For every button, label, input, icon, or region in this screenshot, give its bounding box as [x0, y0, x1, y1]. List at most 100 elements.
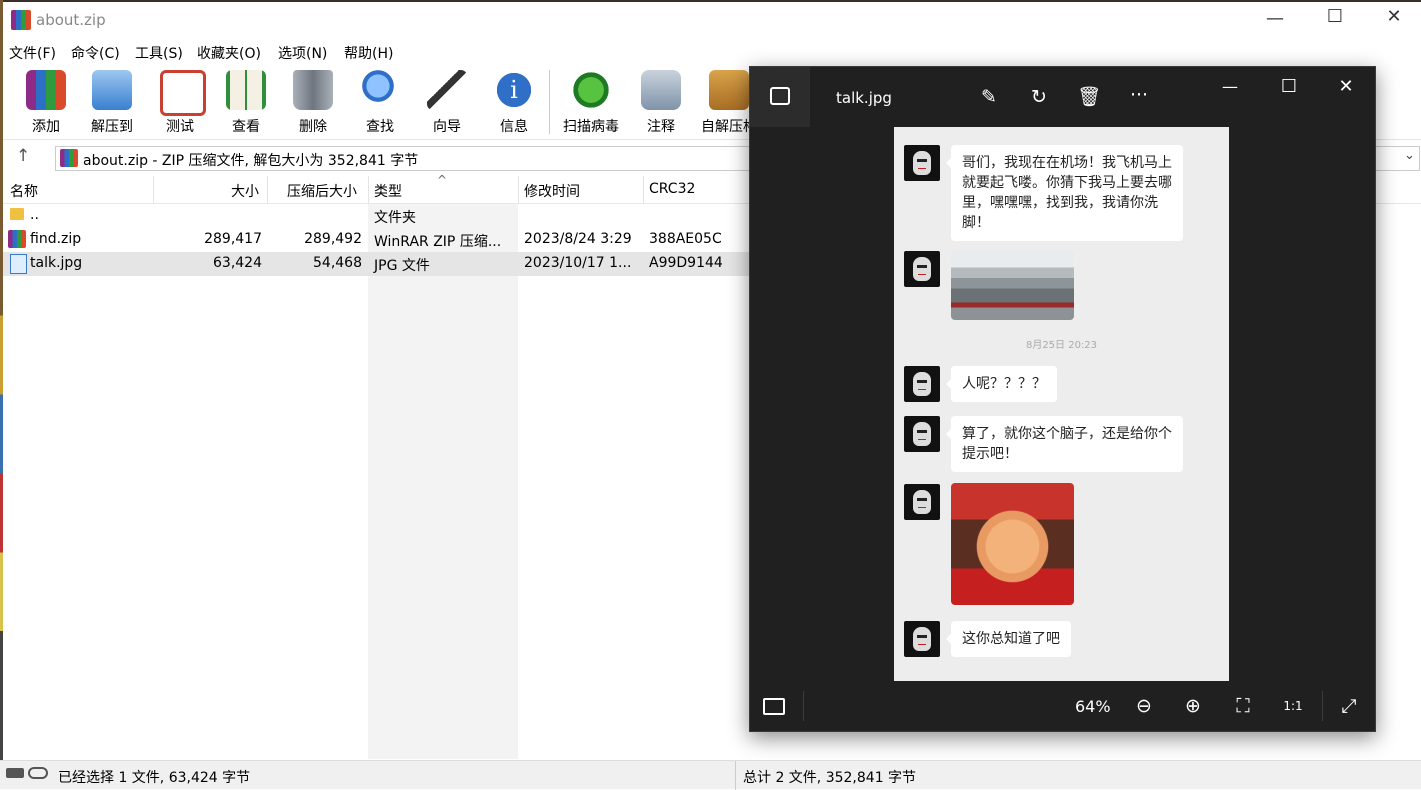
- file-modified: 2023/10/17 1...: [524, 255, 632, 271]
- file-size: 63,424: [213, 255, 262, 271]
- comment-icon: [641, 70, 681, 110]
- comment-button-label: 注释: [647, 119, 675, 135]
- wizard-button[interactable]: 向导: [416, 64, 478, 140]
- column-header-size[interactable]: 大小: [231, 181, 259, 201]
- viewer-title: talk.jpg: [836, 89, 892, 107]
- comment-button[interactable]: 注释: [630, 64, 692, 140]
- test-button[interactable]: 测试: [149, 64, 211, 140]
- avatar: [904, 366, 940, 402]
- extract-to-button-label: 解压到: [91, 119, 133, 135]
- avatar: [904, 484, 940, 520]
- chat-message: 哥们，我现在在机场！我飞机马上就要起飞喽。你猜下我马上要去哪里，嘿嘿嘿，找到我，…: [946, 145, 1183, 241]
- viewer-close-button[interactable]: ✕: [1332, 73, 1360, 101]
- column-divider[interactable]: [368, 176, 369, 204]
- filmstrip-icon[interactable]: [760, 692, 788, 720]
- sorted-column-highlight: [368, 204, 518, 759]
- add-button[interactable]: 添加: [15, 64, 77, 140]
- file-name: find.zip: [30, 231, 82, 247]
- winrar-title-bar[interactable]: about.zip — ☐ ✕: [3, 2, 1421, 38]
- sfx-box-icon: [709, 70, 749, 110]
- toolbar-separator: [549, 70, 550, 134]
- minimize-button[interactable]: —: [1255, 8, 1295, 29]
- wizard-button-label: 向导: [433, 119, 461, 135]
- file-modified: 2023/8/24 3:29: [524, 231, 632, 247]
- delete-button[interactable]: 删除: [282, 64, 344, 140]
- maximize-button[interactable]: ☐: [1315, 6, 1355, 27]
- status-selection: 已经选择 1 文件, 63,424 字节: [58, 770, 251, 786]
- magic-wand-icon: [427, 70, 467, 110]
- zoom-level: 64%: [1075, 697, 1111, 716]
- column-header-name[interactable]: 名称: [10, 181, 38, 201]
- key-icon[interactable]: [28, 767, 48, 779]
- viewer-minimize-button[interactable]: —: [1216, 73, 1244, 101]
- up-arrow-icon[interactable]: ↑: [16, 146, 30, 166]
- file-crc32: 388AE05C: [649, 231, 722, 247]
- info-button-label: 信息: [500, 119, 528, 135]
- menu-bar: 文件(F) 命令(C) 工具(S) 收藏夹(O) 选项(N) 帮助(H): [3, 38, 1421, 64]
- column-header-modified[interactable]: 修改时间: [524, 181, 580, 201]
- delete-icon[interactable]: 🗑: [1075, 83, 1103, 111]
- column-divider[interactable]: [267, 176, 268, 204]
- viewer-bottom-bar: 64% ⊖ ⊕ ⛶ 1:1 ⤢: [750, 681, 1375, 731]
- rotate-icon[interactable]: ↻: [1025, 83, 1053, 111]
- full-screen-icon[interactable]: ⤢: [1335, 692, 1363, 720]
- edit-image-icon[interactable]: ✎: [975, 83, 1003, 111]
- chat-timestamp: 8月25日 20:23: [1025, 340, 1098, 351]
- file-type: 文件夹: [374, 210, 416, 226]
- add-button-label: 添加: [32, 119, 60, 135]
- menu-favorites[interactable]: 收藏夹(O): [197, 43, 261, 63]
- find-button[interactable]: 查找: [349, 64, 411, 140]
- trash-icon: [293, 70, 333, 110]
- info-icon: i: [494, 70, 534, 110]
- drive-icon[interactable]: [6, 768, 24, 778]
- close-button[interactable]: ✕: [1374, 6, 1414, 27]
- menu-commands[interactable]: 命令(C): [71, 43, 120, 63]
- column-header-type[interactable]: 类型: [374, 181, 402, 201]
- fit-to-window-icon[interactable]: ⛶: [1229, 692, 1257, 720]
- photos-app-icon[interactable]: [766, 82, 794, 110]
- displayed-image[interactable]: 哥们，我现在在机场！我飞机马上就要起飞喽。你猜下我马上要去哪里，嘿嘿嘿，找到我，…: [894, 127, 1229, 682]
- avatar: [904, 621, 940, 657]
- extract-to-button[interactable]: 解压到: [81, 64, 143, 140]
- find-button-label: 查找: [366, 119, 394, 135]
- address-text: about.zip - ZIP 压缩文件, 解包大小为 352,841 字节: [83, 153, 419, 169]
- status-divider: [735, 761, 736, 790]
- avatar: [904, 251, 940, 287]
- actual-size-icon[interactable]: 1:1: [1279, 692, 1307, 720]
- info-button[interactable]: i 信息: [483, 64, 545, 140]
- menu-help[interactable]: 帮助(H): [344, 43, 393, 63]
- file-size: 289,417: [204, 231, 262, 247]
- winrar-app-icon: [11, 10, 31, 30]
- column-divider[interactable]: [643, 176, 644, 204]
- zip-archive-icon: [8, 230, 26, 248]
- menu-tools[interactable]: 工具(S): [135, 43, 183, 63]
- chevron-down-icon[interactable]: ⌄: [1404, 148, 1415, 163]
- view-book-icon: [226, 70, 266, 110]
- view-button[interactable]: 查看: [215, 64, 277, 140]
- extract-folder-icon: [92, 70, 132, 110]
- column-divider[interactable]: [153, 176, 154, 204]
- bottom-bar-divider: [803, 691, 804, 721]
- column-header-packed-size[interactable]: 压缩后大小: [287, 181, 357, 201]
- table-row[interactable]: .. 文件夹: [3, 204, 749, 228]
- zoom-out-icon[interactable]: ⊖: [1130, 692, 1158, 720]
- chat-message: 算了，就你这个脑子，还是给你个提示吧！: [946, 416, 1183, 472]
- table-row[interactable]: find.zip 289,417 289,492 WinRAR ZIP 压缩..…: [3, 228, 749, 252]
- folder-icon: [10, 208, 24, 220]
- viewer-maximize-button[interactable]: ☐: [1275, 73, 1303, 101]
- more-options-icon[interactable]: ···: [1125, 81, 1153, 109]
- file-type: JPG 文件: [374, 258, 430, 274]
- status-total: 总计 2 文件, 352,841 字节: [743, 770, 917, 786]
- test-button-label: 测试: [166, 119, 194, 135]
- column-header-crc32[interactable]: CRC32: [649, 181, 695, 197]
- zoom-in-icon[interactable]: ⊕: [1179, 692, 1207, 720]
- virus-scan-button[interactable]: 扫描病毒: [560, 64, 622, 140]
- column-divider[interactable]: [518, 176, 519, 204]
- window-title: about.zip: [36, 11, 106, 29]
- menu-file[interactable]: 文件(F): [9, 43, 56, 63]
- file-type: WinRAR ZIP 压缩...: [374, 234, 502, 250]
- table-row[interactable]: talk.jpg 63,424 54,468 JPG 文件 2023/10/17…: [3, 252, 749, 276]
- menu-options[interactable]: 选项(N): [278, 43, 327, 63]
- pig-sticker: [951, 483, 1074, 605]
- virus-scan-button-label: 扫描病毒: [563, 119, 619, 135]
